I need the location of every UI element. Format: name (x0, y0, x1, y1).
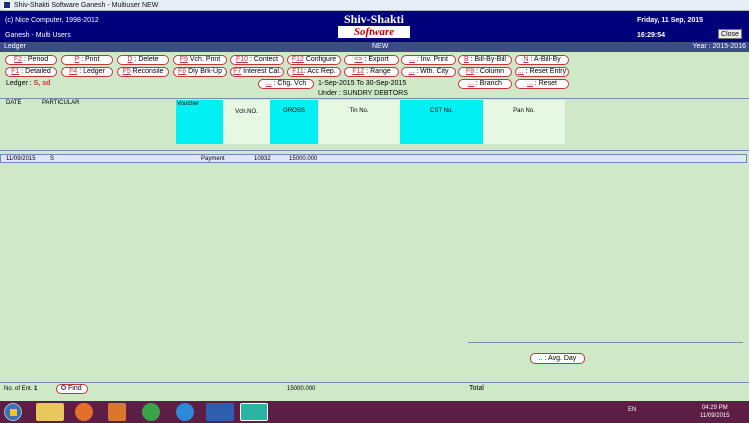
range-button[interactable]: F12 : Range (344, 67, 399, 77)
col-voucher: Voucher (176, 100, 223, 144)
find-button[interactable]: Find (56, 384, 88, 394)
media-player-icon[interactable] (108, 403, 126, 421)
column-button[interactable]: F8 : Column (458, 67, 512, 77)
grid-header-separator (0, 150, 749, 151)
window-title: Shiv-Shakti Software Ganesh - Multiuser … (14, 1, 159, 9)
row-vch-no: 10932 (254, 156, 271, 162)
start-button[interactable] (4, 403, 22, 421)
table-row[interactable]: 11/09/2015 S Payment 10932 15000.000 (0, 154, 747, 163)
chg-vch-button[interactable]: ... : Chg. Vch (258, 79, 314, 89)
col-date: DATE (6, 100, 22, 106)
app-icon (3, 1, 11, 9)
brand-logo: Shiv-Shakti Software (336, 13, 412, 40)
row-voucher: Payment (201, 156, 225, 162)
ledger-field-value[interactable]: S, sd (34, 80, 51, 87)
entries-count: No. of Ent. 1 (4, 386, 37, 392)
row-gross: 15000.000 (289, 156, 318, 162)
word-icon[interactable] (206, 403, 234, 421)
ledger-bar-title: Ledger (4, 43, 26, 50)
configure-button[interactable]: F12 Configure (287, 55, 341, 65)
grid-top-border (0, 98, 749, 99)
copyright-text: (c) Nice Computer, 1998-2012 (5, 17, 99, 24)
interest-cal-button[interactable]: F7 Interest Cal. (230, 67, 284, 77)
period-text: 1-Sep-2015 To 30-Sep-2015 (318, 80, 407, 87)
search-icon (61, 385, 66, 390)
vch-print-button[interactable]: F9 Vch. Print (173, 55, 227, 65)
language-indicator[interactable]: EN (628, 407, 636, 413)
ledger-bar-mode: NEW (372, 43, 389, 50)
close-button[interactable]: Close (718, 29, 742, 39)
reset-button[interactable]: ... : Reset (515, 79, 569, 89)
ledger-field-label: Ledger : (6, 80, 32, 87)
reset-entry-button[interactable]: ... : Reset Entry (515, 67, 569, 77)
gross-total: 15000.000 (287, 386, 316, 392)
print-button[interactable]: P : Print (61, 55, 113, 65)
user-text: Ganesh - Multi Users (5, 32, 71, 39)
entries-value: 1 (34, 386, 38, 392)
windows-taskbar: EN 04:29 PM 11/09/2015 (0, 401, 749, 423)
chrome-icon[interactable] (142, 403, 160, 421)
file-explorer-icon[interactable] (36, 403, 64, 421)
clock-time: 04:29 PM (701, 405, 728, 411)
ledger-bar: Ledger NEW Year : 2015-2016 (0, 42, 749, 52)
ledger-field: Ledger : S, sd (6, 80, 50, 87)
header-date: Friday, 11 Sep, 2015 (637, 17, 704, 24)
internet-explorer-icon[interactable] (176, 403, 194, 421)
app-header: (c) Nice Computer, 1998-2012 Ganesh - Mu… (0, 11, 749, 42)
total-label: Total (469, 385, 484, 392)
logo-bottom-text: Software (338, 26, 410, 38)
entries-label: No. of Ent. (4, 386, 33, 392)
detailed-button[interactable]: F1 : Detailed (5, 67, 57, 77)
firefox-icon[interactable] (75, 403, 93, 421)
col-cst-no: CST No. (400, 100, 483, 144)
col-particular: PARTICULAR (42, 100, 80, 106)
wth-city-button[interactable]: ... : Wth. City (401, 67, 456, 77)
delete-button[interactable]: D : Delete (117, 55, 169, 65)
header-time: 16:29:54 (637, 32, 666, 39)
shiv-shakti-icon[interactable] (240, 403, 268, 421)
daily-breakup-button[interactable]: F6 Dly Brk-Up (173, 67, 227, 77)
col-gross: GROSS (270, 100, 318, 144)
bill-by-bill-button[interactable]: B : Bill-By-Bill (458, 55, 512, 65)
period-button[interactable]: F2 : Period (5, 55, 57, 65)
windows-logo-icon (10, 409, 17, 416)
col-tin-no: Tin No. (318, 100, 400, 144)
ledger-button[interactable]: F4 : Ledger (61, 67, 113, 77)
export-button[interactable]: <> : Export (344, 55, 399, 65)
col-vch-no: Vch.NO. (223, 100, 270, 144)
logo-top-text: Shiv-Shakti (343, 12, 405, 26)
clock-date: 11/09/2015 (700, 413, 730, 419)
contect-button[interactable]: F10 : Contect (230, 55, 284, 65)
window-titlebar: Shiv-Shakti Software Ganesh - Multiuser … (0, 0, 749, 11)
ledger-bar-year: Year : 2015-2016 (692, 43, 746, 50)
taskbar-clock[interactable]: 04:29 PM 11/09/2015 (700, 404, 730, 420)
branch-button[interactable]: ... : Branch (458, 79, 512, 89)
acc-rep-button[interactable]: F11: Acc Rep. (287, 67, 341, 77)
col-pan-no: Pan No. (483, 100, 565, 144)
row-date: 11/09/2015 (6, 156, 36, 162)
inv-print-button[interactable]: ... : Inv. Print (401, 55, 456, 65)
a-bill-by-button[interactable]: N : A-Bill-By (515, 55, 569, 65)
summary-divider (468, 342, 743, 343)
under-group-text: Under : SUNDRY DEBTORS (318, 90, 408, 97)
reconsile-button[interactable]: F5 Reconsile (117, 67, 169, 77)
row-particular: S (50, 156, 55, 162)
avg-day-button[interactable]: .. : Avg. Day (530, 353, 585, 364)
status-footer: No. of Ent. 1 Find 15000.000 Total (0, 383, 749, 395)
